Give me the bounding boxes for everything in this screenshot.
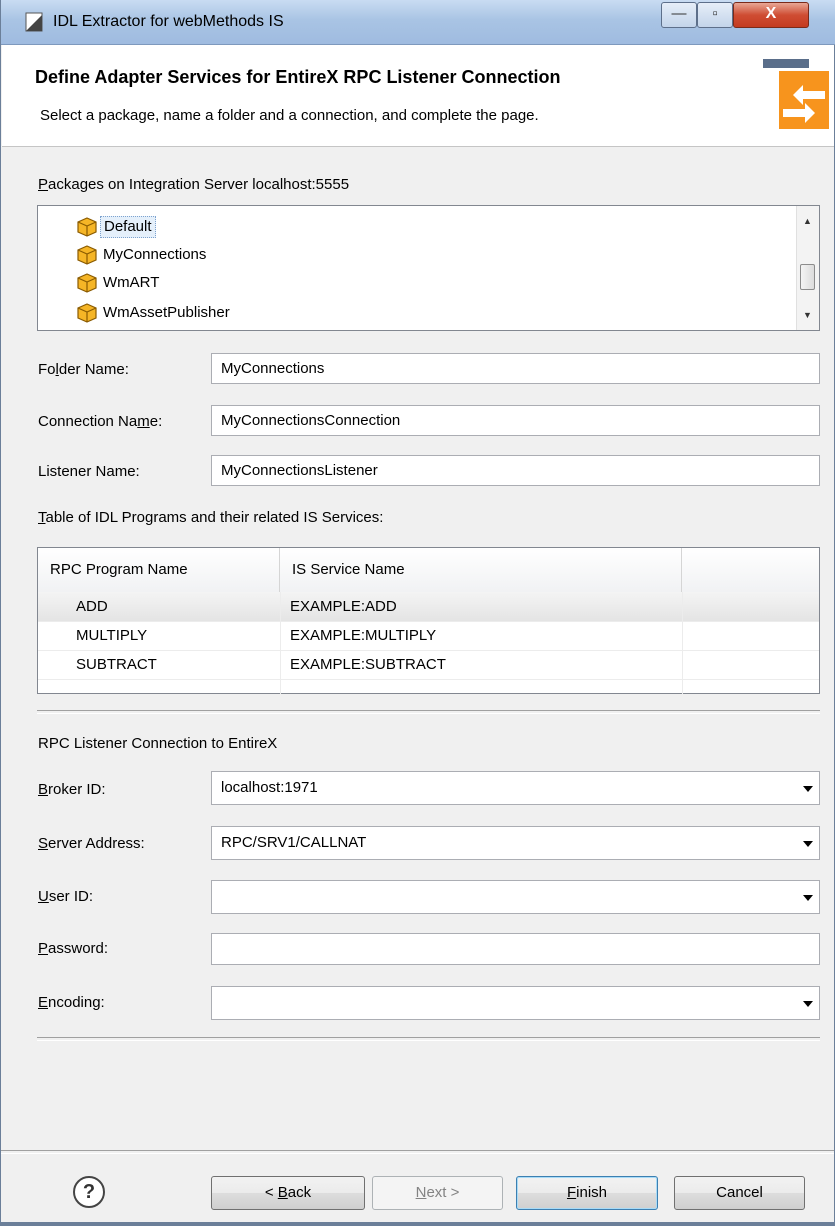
broker-id-value: localhost:1971 xyxy=(221,779,318,796)
package-icon xyxy=(77,273,97,293)
close-button[interactable]: X xyxy=(733,2,809,28)
column-header-rpc-program[interactable]: RPC Program Name xyxy=(38,548,280,592)
table-header: RPC Program Name IS Service Name xyxy=(38,548,819,593)
rpc-program-cell: SUBTRACT xyxy=(76,656,157,673)
window-bottom-border xyxy=(1,1222,835,1226)
separator xyxy=(37,1037,820,1041)
password-input[interactable] xyxy=(211,933,820,965)
adapter-connection-icon xyxy=(763,59,829,129)
chevron-down-icon[interactable] xyxy=(803,841,813,847)
page-subtitle: Select a package, name a folder and a co… xyxy=(40,107,539,124)
scroll-up-icon[interactable]: ▲ xyxy=(803,216,812,226)
column-divider xyxy=(280,592,281,694)
is-service-cell: EXAMPLE:SUBTRACT xyxy=(290,656,446,673)
column-header-is-service[interactable]: IS Service Name xyxy=(280,548,682,592)
packages-scrollbar[interactable]: ▲ ▼ xyxy=(796,206,819,330)
user-id-label: User ID: xyxy=(38,888,94,905)
package-icon xyxy=(77,245,97,265)
folder-name-value: MyConnections xyxy=(221,360,325,377)
package-icon xyxy=(77,303,97,323)
next-button[interactable]: Next > xyxy=(372,1176,503,1210)
folder-name-input[interactable]: MyConnections xyxy=(211,353,820,384)
connection-name-label: Connection Name: xyxy=(38,413,163,430)
rpc-program-cell: MULTIPLY xyxy=(76,627,148,644)
chevron-down-icon[interactable] xyxy=(803,895,813,901)
scroll-down-icon[interactable]: ▼ xyxy=(803,310,812,320)
back-button[interactable]: < Back xyxy=(211,1176,365,1210)
tree-item-label: Default xyxy=(100,216,156,238)
tree-item-label: WmAssetPublisher xyxy=(103,304,230,321)
package-icon xyxy=(77,217,97,237)
connection-name-input[interactable]: MyConnectionsConnection xyxy=(211,405,820,436)
page-title: Define Adapter Services for EntireX RPC … xyxy=(35,67,561,87)
title-bar[interactable]: IDL Extractor for webMethods IS — ▫ X xyxy=(1,0,835,45)
rpc-section-title: RPC Listener Connection to EntireX xyxy=(38,735,278,752)
server-address-label: Server Address: xyxy=(38,835,145,852)
close-icon: X xyxy=(765,5,777,22)
separator xyxy=(37,710,820,714)
encoding-label: Encoding: xyxy=(38,994,105,1011)
scroll-thumb[interactable] xyxy=(800,264,815,290)
minimize-button[interactable]: — xyxy=(661,2,697,28)
minimize-icon: — xyxy=(671,5,687,22)
listener-name-input[interactable]: MyConnectionsListener xyxy=(211,455,820,486)
connection-name-value: MyConnectionsConnection xyxy=(221,412,401,429)
encoding-combo[interactable] xyxy=(211,986,820,1020)
password-label: Password: xyxy=(38,940,109,957)
packages-label: Packages on Integration Server localhost… xyxy=(38,176,350,193)
listener-name-value: MyConnectionsListener xyxy=(221,462,378,479)
is-service-cell: EXAMPLE:ADD xyxy=(290,598,397,615)
user-id-combo[interactable] xyxy=(211,880,820,914)
programs-table[interactable]: RPC Program Name IS Service Name ADD EXA… xyxy=(37,547,820,694)
column-divider xyxy=(682,592,683,694)
footer-separator xyxy=(1,1150,834,1154)
help-icon[interactable]: ? xyxy=(73,1176,105,1208)
is-service-cell: EXAMPLE:MULTIPLY xyxy=(290,627,437,644)
listener-name-label: Listener Name: xyxy=(38,463,140,480)
server-address-combo[interactable]: RPC/SRV1/CALLNAT xyxy=(211,826,820,860)
broker-id-label: Broker ID: xyxy=(38,781,106,798)
maximize-icon: ▫ xyxy=(712,5,718,22)
packages-tree[interactable]: Default MyConnections WmART WmAssetPubli… xyxy=(37,205,820,331)
table-row[interactable]: MULTIPLY EXAMPLE:MULTIPLY xyxy=(38,621,819,651)
table-row[interactable]: SUBTRACT EXAMPLE:SUBTRACT xyxy=(38,650,819,680)
chevron-down-icon[interactable] xyxy=(803,1001,813,1007)
window-title: IDL Extractor for webMethods IS xyxy=(53,13,284,30)
table-row[interactable]: ADD EXAMPLE:ADD xyxy=(38,592,819,622)
programs-table-label: Table of IDL Programs and their related … xyxy=(38,509,384,526)
app-icon xyxy=(25,12,43,32)
folder-name-label: Folder Name: xyxy=(38,361,129,378)
wizard-window: IDL Extractor for webMethods IS — ▫ X De… xyxy=(0,0,835,1226)
tree-item-label: MyConnections xyxy=(103,246,207,263)
tree-item-label: WmART xyxy=(103,274,160,291)
wizard-header: Define Adapter Services for EntireX RPC … xyxy=(2,45,834,147)
maximize-button[interactable]: ▫ xyxy=(697,2,733,28)
broker-id-combo[interactable]: localhost:1971 xyxy=(211,771,820,805)
finish-button[interactable]: Finish xyxy=(516,1176,658,1210)
cancel-button[interactable]: Cancel xyxy=(674,1176,805,1210)
rpc-program-cell: ADD xyxy=(76,598,108,615)
server-address-value: RPC/SRV1/CALLNAT xyxy=(221,834,367,851)
chevron-down-icon[interactable] xyxy=(803,786,813,792)
